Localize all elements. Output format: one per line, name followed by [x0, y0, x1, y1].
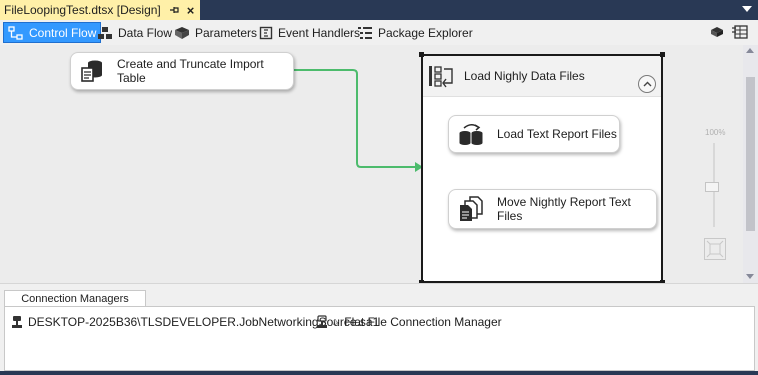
document-tab-strip: FileLoopingTest.dtsx [Design] × — [0, 0, 758, 20]
variables-icon[interactable] — [731, 23, 749, 41]
task-create-truncate[interactable]: Create and Truncate Import Table — [70, 52, 294, 90]
canvas-vertical-scrollbar[interactable] — [743, 45, 758, 283]
tab-overflow-icon[interactable] — [742, 6, 752, 12]
tab-event-handlers[interactable]: Event Handlers — [255, 23, 364, 42]
tab-data-flow[interactable]: Data Flow — [93, 23, 176, 42]
pin-icon[interactable] — [169, 5, 179, 15]
oledb-connection-icon — [12, 316, 22, 328]
container-title: Load Nighly Data Files — [464, 69, 585, 83]
connection-managers-tab[interactable]: Connection Managers — [4, 290, 146, 307]
tab-label: Parameters — [195, 25, 258, 40]
parameters-icon — [175, 26, 189, 39]
task-load-text-report[interactable]: Load Text Report Files — [448, 115, 620, 153]
toolbox-icon[interactable] — [708, 23, 726, 41]
zoom-to-fit-icon[interactable] — [704, 238, 726, 260]
window-bottom-border — [0, 371, 758, 375]
file-system-task-icon — [458, 196, 484, 222]
event-handlers-icon — [259, 26, 273, 39]
data-flow-icon — [98, 26, 112, 39]
document-tab-title: FileLoopingTest.dtsx [Design] — [4, 3, 161, 17]
tab-control-flow[interactable]: Control Flow — [2, 22, 102, 43]
task-move-nightly-report[interactable]: Move Nightly Report Text Files — [448, 189, 657, 229]
collapse-chevron-icon[interactable] — [638, 75, 656, 93]
zoom-slider-knob[interactable] — [705, 182, 719, 192]
foreach-loop-container[interactable]: Load Nighly Data Files — [419, 52, 665, 283]
zoom-label: 100% — [705, 128, 726, 137]
resize-handle[interactable] — [660, 52, 665, 57]
control-flow-canvas[interactable]: Create and Truncate Import Table Load Ni… — [0, 45, 743, 283]
resize-handle[interactable] — [419, 52, 424, 57]
document-tab[interactable]: FileLoopingTest.dtsx [Design] × — [0, 0, 201, 20]
sql-task-icon — [80, 59, 104, 83]
precedence-arrow-create-to-loop — [292, 69, 415, 168]
package-explorer-icon — [358, 26, 372, 39]
connection-item-flat-file[interactable]: fx Flat File Connection Manager — [316, 315, 502, 329]
scroll-thumb[interactable] — [746, 77, 755, 231]
designer-toolbar: Control Flow Data Flow Parameters Event … — [0, 20, 758, 45]
expression-indicator: fx — [333, 317, 340, 327]
container-header: Load Nighly Data Files — [423, 56, 661, 97]
connection-managers-panel: Connection Managers DESKTOP-2025B36\TLSD… — [0, 283, 758, 372]
tab-label: Data Flow — [118, 25, 173, 40]
data-flow-task-icon — [458, 122, 484, 146]
tab-label: Package Explorer — [378, 25, 473, 40]
tab-parameters[interactable]: Parameters — [170, 23, 261, 42]
scroll-down-icon[interactable] — [746, 274, 754, 279]
tab-package-explorer[interactable]: Package Explorer — [353, 23, 477, 42]
foreach-loop-icon — [428, 64, 454, 91]
connection-label: Flat File Connection Manager — [344, 315, 502, 329]
connection-managers-area[interactable]: DESKTOP-2025B36\TLSDEVELOPER.JobNetworki… — [4, 306, 755, 371]
connection-managers-tab-label: Connection Managers — [21, 293, 129, 305]
control-flow-icon — [8, 25, 23, 40]
task-label: Load Text Report Files — [497, 127, 617, 141]
close-icon[interactable]: × — [187, 4, 195, 17]
tab-label: Event Handlers — [278, 25, 361, 40]
flat-file-connection-icon — [317, 315, 327, 328]
task-label: Move Nightly Report Text Files — [497, 195, 631, 223]
zoom-control[interactable]: 100% — [700, 125, 730, 265]
tab-label: Control Flow — [29, 25, 97, 40]
task-label: Create and Truncate Import Table — [117, 57, 264, 85]
scroll-up-icon[interactable] — [746, 48, 754, 53]
